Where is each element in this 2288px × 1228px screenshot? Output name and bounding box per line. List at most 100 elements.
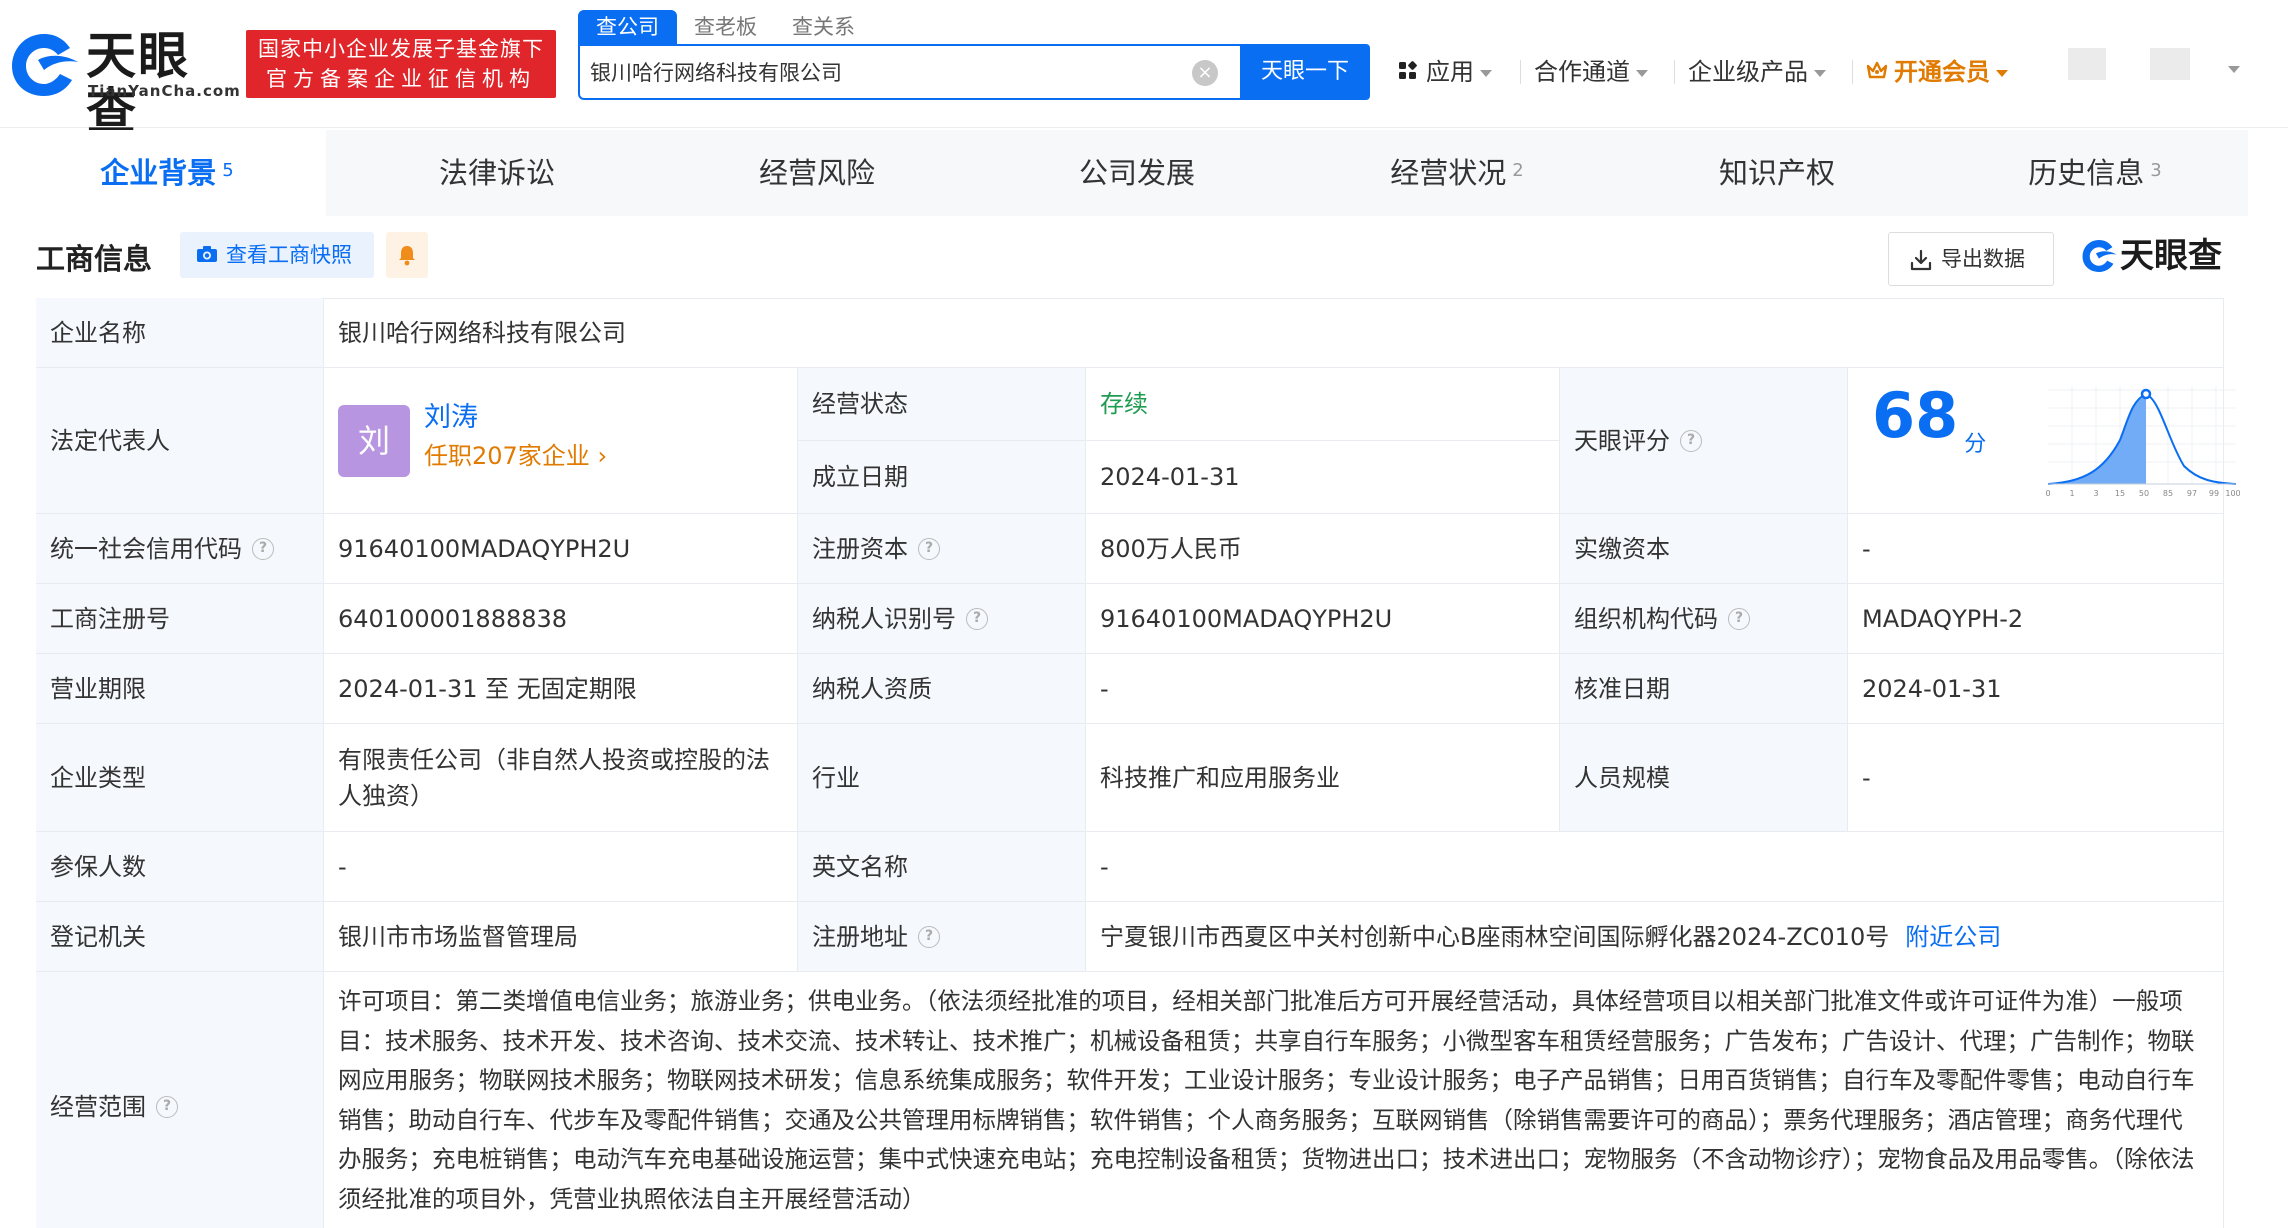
value-credit-code: 91640100MADAQYPH2U: [324, 514, 798, 584]
label-taxpayer-id-text: 纳税人识别号: [812, 604, 956, 633]
nav-vip[interactable]: 开通会员: [1866, 52, 2008, 92]
tab-ip[interactable]: 知识产权: [1618, 130, 1936, 216]
legal-rep-positions-link[interactable]: 任职207家企业 ›: [424, 437, 607, 475]
search-tab-relation[interactable]: 查关系: [792, 10, 855, 44]
tianyancha-logo[interactable]: 天眼查 TianYanCha.com: [8, 28, 241, 140]
legal-rep-name-link[interactable]: 刘涛: [424, 399, 607, 437]
search-tab-company[interactable]: 查公司: [578, 10, 677, 44]
axis-label: 1: [2069, 489, 2074, 498]
top-header: 天眼查 TianYanCha.com 国家中小企业发展子基金旗下 官方备案企业征…: [0, 0, 2288, 140]
label-paid-capital: 实缴资本: [1560, 514, 1848, 584]
label-company-name: 企业名称: [36, 298, 324, 368]
axis-label: 15: [2115, 489, 2125, 498]
search-box: ×: [578, 44, 1240, 100]
nav-divider: [1674, 60, 1675, 84]
export-label: 导出数据: [1941, 247, 2025, 271]
tab-risk[interactable]: 经营风险: [658, 130, 976, 216]
tab-count: 2: [1512, 160, 1524, 181]
brand-eye-icon: [2082, 240, 2117, 272]
score-marker: [2140, 388, 2152, 400]
help-icon[interactable]: ?: [918, 925, 940, 948]
help-icon[interactable]: ?: [1728, 607, 1750, 630]
tab-background[interactable]: 企业背景 5: [8, 130, 326, 216]
chevron-down-icon: [1996, 69, 2008, 77]
legal-rep-avatar[interactable]: 刘: [338, 404, 410, 477]
score-cell: 68 分 0 1 3 15 50 85 97 99 100: [1848, 368, 2240, 514]
label-scope-text: 经营范围: [50, 1092, 146, 1121]
legal-rep-cell: 刘 刘涛 任职207家企业 ›: [324, 368, 798, 514]
label-founded: 成立日期: [798, 441, 1086, 514]
value-staff: -: [1848, 724, 2224, 832]
search-input[interactable]: [590, 46, 1180, 98]
brand-text: 天眼查: [2120, 236, 2222, 276]
tab-legal[interactable]: 法律诉讼: [338, 130, 656, 216]
crown-icon: [1866, 61, 1888, 79]
chevron-down-icon: [1636, 69, 1648, 77]
camera-icon: [197, 246, 217, 262]
axis-label: 85: [2163, 489, 2173, 498]
score-value[interactable]: 68 分: [1872, 385, 1986, 458]
value-scope: 许可项目：第二类增值电信业务；旅游业务；供电业务。（依法须经批准的项目，经相关部…: [324, 972, 2224, 1228]
value-industry: 科技推广和应用服务业: [1086, 724, 1560, 832]
nearby-companies-link[interactable]: 附近公司: [1905, 919, 2001, 955]
label-score-text: 天眼评分: [1574, 426, 1670, 455]
label-reg-no: 工商注册号: [36, 584, 324, 654]
clear-search-icon[interactable]: ×: [1192, 60, 1218, 86]
help-icon[interactable]: ?: [1680, 429, 1702, 452]
label-insured: 参保人数: [36, 832, 324, 902]
apps-grid-icon: [1399, 61, 1417, 79]
chevron-down-icon: [1480, 69, 1492, 77]
label-address: 注册地址?: [798, 902, 1086, 972]
nav-partner[interactable]: 合作通道: [1534, 52, 1648, 92]
help-icon[interactable]: ?: [966, 607, 988, 630]
value-taxpayer-id: 91640100MADAQYPH2U: [1086, 584, 1560, 654]
snapshot-button[interactable]: 查看工商快照: [180, 232, 374, 278]
tab-count: 5: [222, 160, 234, 181]
label-score: 天眼评分?: [1560, 368, 1848, 514]
user-name[interactable]: [2150, 48, 2190, 80]
tab-operation[interactable]: 经营状况 2: [1298, 130, 1616, 216]
label-legal-rep: 法定代表人: [36, 368, 324, 514]
user-menu-chevron-icon[interactable]: [2228, 66, 2240, 73]
tab-label: 经营状况: [1390, 156, 1507, 190]
logo-domain: TianYanCha.com: [88, 82, 241, 100]
tab-history[interactable]: 历史信息 3: [1936, 130, 2254, 216]
value-reg-no: 640100001888838: [324, 584, 798, 654]
label-authority: 登记机关: [36, 902, 324, 972]
label-english-name: 英文名称: [798, 832, 1086, 902]
user-avatar[interactable]: [2068, 48, 2106, 80]
help-icon[interactable]: ?: [252, 537, 274, 560]
nav-vip-label: 开通会员: [1894, 58, 1990, 86]
value-type: 有限责任公司（非自然人投资或控股的法人独资）: [324, 724, 798, 832]
nav-apps[interactable]: 应用: [1398, 52, 1492, 92]
tab-label: 公司发展: [1078, 156, 1195, 190]
help-icon[interactable]: ?: [156, 1095, 178, 1118]
help-icon[interactable]: ?: [918, 537, 940, 560]
monitor-bell-button[interactable]: [386, 232, 428, 278]
label-credit-code: 统一社会信用代码?: [36, 514, 324, 584]
tab-label: 企业背景: [100, 156, 217, 190]
axis-label: 3: [2093, 489, 2098, 498]
label-org-code-text: 组织机构代码: [1574, 604, 1718, 633]
gov-badge: 国家中小企业发展子基金旗下 官方备案企业征信机构: [246, 30, 556, 98]
tab-label: 历史信息: [2028, 156, 2145, 190]
nav-enterprise[interactable]: 企业级产品: [1688, 52, 1826, 92]
nav-enterprise-label: 企业级产品: [1688, 58, 1808, 86]
tab-development[interactable]: 公司发展: [978, 130, 1296, 216]
label-credit-code-text: 统一社会信用代码: [50, 534, 242, 563]
gov-badge-line2: 官方备案企业征信机构: [266, 67, 536, 91]
value-approval: 2024-01-31: [1848, 654, 2224, 724]
value-authority: 银川市市场监督管理局: [324, 902, 798, 972]
label-term: 营业期限: [36, 654, 324, 724]
axis-label: 50: [2139, 489, 2149, 498]
search-tab-boss[interactable]: 查老板: [694, 10, 757, 44]
value-insured: -: [324, 832, 798, 902]
label-approval: 核准日期: [1560, 654, 1848, 724]
value-org-code: MADAQYPH-2: [1848, 584, 2224, 654]
export-data-button[interactable]: 导出数据: [1888, 232, 2054, 286]
section-title: 工商信息: [36, 242, 153, 276]
value-paid-capital: -: [1848, 514, 2224, 584]
search-button[interactable]: 天眼一下: [1240, 44, 1370, 100]
nav-partner-label: 合作通道: [1534, 58, 1630, 86]
tab-label: 知识产权: [1718, 156, 1835, 190]
